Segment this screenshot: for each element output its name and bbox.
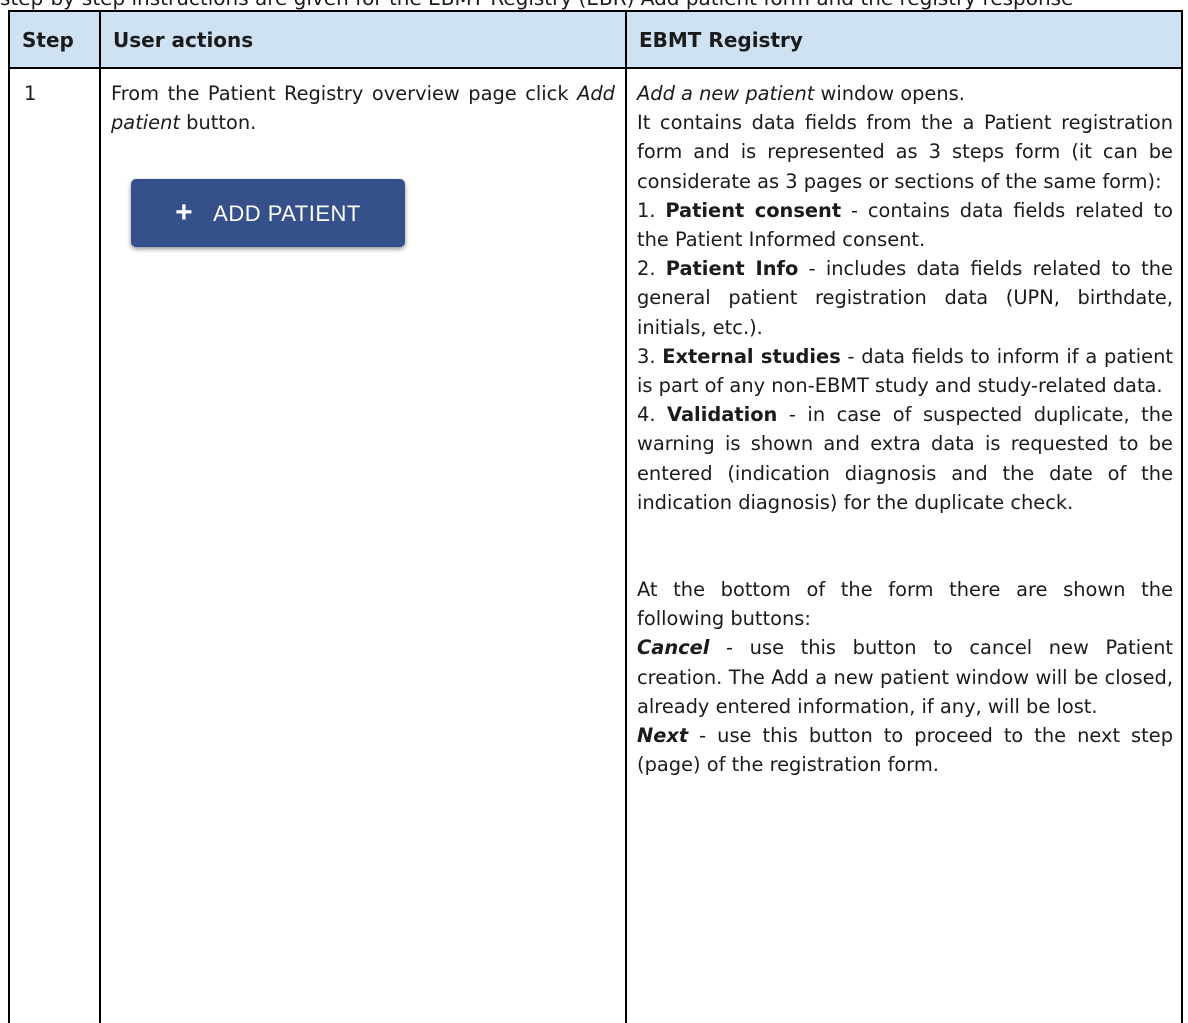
header-ebmt-registry: EBMT Registry bbox=[625, 10, 1183, 69]
add-patient-button[interactable]: + ADD PATIENT bbox=[131, 179, 405, 248]
steps-table: Step User actions EBMT Registry 1 From t… bbox=[8, 10, 1183, 1023]
list-item: 3. External studies - data fields to inf… bbox=[637, 344, 1173, 398]
form-description: It contains data fields from the a Patie… bbox=[637, 111, 1173, 193]
user-action-text: From the Patient Registry overview page … bbox=[111, 82, 615, 135]
next-description: Next - use this button to proceed to the… bbox=[637, 724, 1173, 777]
list-item: 4. Validation - in case of suspected dup… bbox=[637, 403, 1173, 514]
add-patient-button-label: ADD PATIENT bbox=[213, 200, 361, 226]
ebmt-registry-cell: Add a new patient window opens. It conta… bbox=[625, 67, 1183, 1023]
header-user-actions: User actions bbox=[99, 10, 627, 69]
plus-icon: + bbox=[175, 196, 194, 230]
table-row: 1 From the Patient Registry overview pag… bbox=[8, 67, 1183, 1023]
header-step: Step bbox=[8, 10, 101, 69]
list-item: 1. Patient consent - contains data field… bbox=[637, 198, 1173, 252]
list-item: 2. Patient Info - includes data fields r… bbox=[637, 257, 1173, 339]
user-actions-cell: From the Patient Registry overview page … bbox=[99, 67, 627, 1023]
window-opens-text: Add a new patient window opens. bbox=[637, 82, 965, 105]
cancel-description: Cancel - use this button to cancel new P… bbox=[637, 636, 1173, 718]
buttons-intro: At the bottom of the form there are show… bbox=[637, 578, 1173, 631]
step-number: 1 bbox=[8, 67, 101, 1023]
table-header-row: Step User actions EBMT Registry bbox=[8, 10, 1183, 69]
